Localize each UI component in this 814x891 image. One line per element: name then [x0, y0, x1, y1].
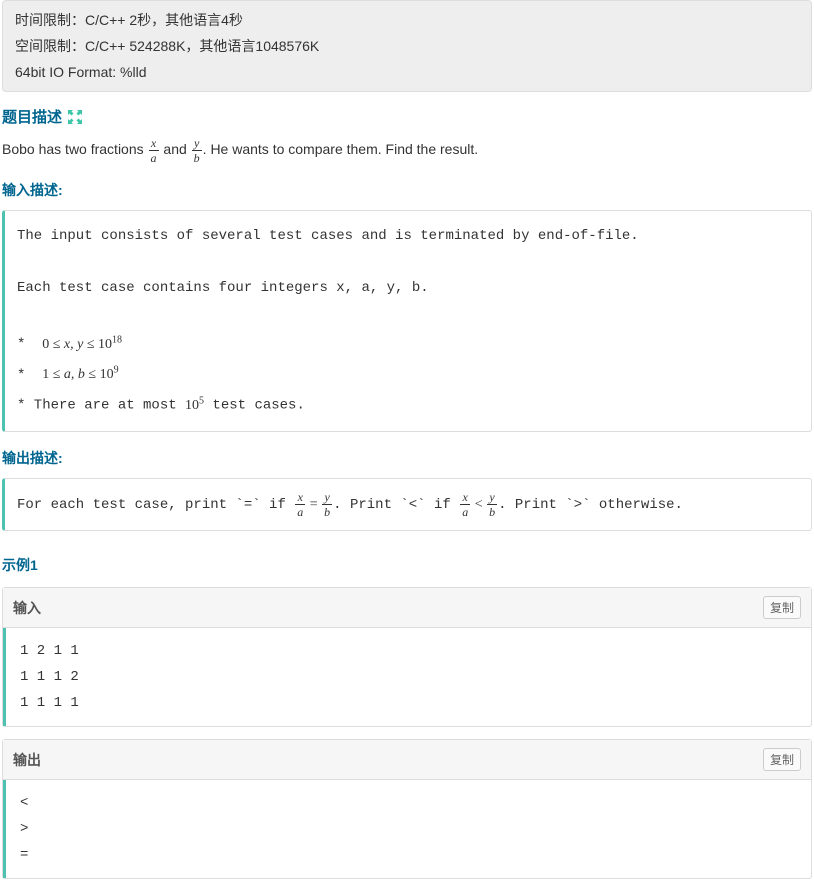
input-line2: Each test case contains four integers x,… — [17, 280, 429, 296]
out-eq: = — [306, 497, 321, 512]
constraint-2: 1 ≤ a, b ≤ 109 — [42, 367, 118, 382]
problem-description-title: 题目描述 — [2, 106, 812, 127]
constraint-1: 0 ≤ x, y ≤ 1018 — [42, 337, 122, 352]
example-input-box: 输入 复制 1 2 1 1 1 1 1 2 1 1 1 1 — [2, 587, 812, 727]
example-title: 示例1 — [2, 555, 812, 575]
output-label: 输出 — [13, 750, 41, 770]
out-p3: . Print `>` otherwise. — [498, 497, 683, 513]
fraction-xa: xa — [149, 137, 159, 164]
input-label: 输入 — [13, 598, 41, 618]
constraint-3-num: 105 — [185, 398, 204, 413]
fraction-yb-2: yb — [322, 491, 332, 518]
section-title-text: 题目描述 — [2, 106, 62, 127]
input-description-box: The input consists of several test cases… — [2, 210, 812, 432]
input-line1: The input consists of several test cases… — [17, 228, 639, 244]
constraint-3a: * There are at most — [17, 398, 185, 414]
out-lt: < — [471, 497, 486, 512]
fraction-xa-2: xa — [295, 491, 305, 518]
fraction-xa-3: xa — [460, 491, 470, 518]
input-description-title: 输入描述: — [2, 180, 812, 200]
io64-format: 64bit IO Format: %lld — [15, 59, 799, 85]
space-limit: 空间限制：C/C++ 524288K，其他语言1048576K — [15, 33, 799, 59]
example-output-body: < > = — [3, 780, 811, 878]
time-limit: 时间限制：C/C++ 2秒，其他语言4秒 — [15, 7, 799, 33]
problem-statement: Bobo has two fractions xa and yb. He wan… — [2, 137, 812, 164]
fullscreen-icon[interactable] — [68, 110, 82, 124]
output-description-title: 输出描述: — [2, 448, 812, 468]
copy-output-button[interactable]: 复制 — [763, 748, 801, 771]
example-output-box: 输出 复制 < > = — [2, 739, 812, 879]
problem-part2: . He wants to compare them. Find the res… — [203, 141, 478, 157]
example-output-header: 输出 复制 — [3, 740, 811, 780]
out-p1: For each test case, print `=` if — [17, 497, 294, 513]
out-p2: . Print `<` if — [333, 497, 459, 513]
example-input-body: 1 2 1 1 1 1 1 2 1 1 1 1 — [3, 628, 811, 726]
fraction-yb: yb — [192, 137, 202, 164]
output-description-box: For each test case, print `=` if xa = yb… — [2, 478, 812, 531]
problem-and: and — [160, 141, 191, 157]
copy-input-button[interactable]: 复制 — [763, 596, 801, 619]
problem-part1: Bobo has two fractions — [2, 141, 148, 157]
constraint-3c: test cases. — [204, 398, 305, 414]
limits-box: 时间限制：C/C++ 2秒，其他语言4秒 空间限制：C/C++ 524288K，… — [2, 0, 812, 92]
example-input-header: 输入 复制 — [3, 588, 811, 628]
fraction-yb-3: yb — [487, 491, 497, 518]
